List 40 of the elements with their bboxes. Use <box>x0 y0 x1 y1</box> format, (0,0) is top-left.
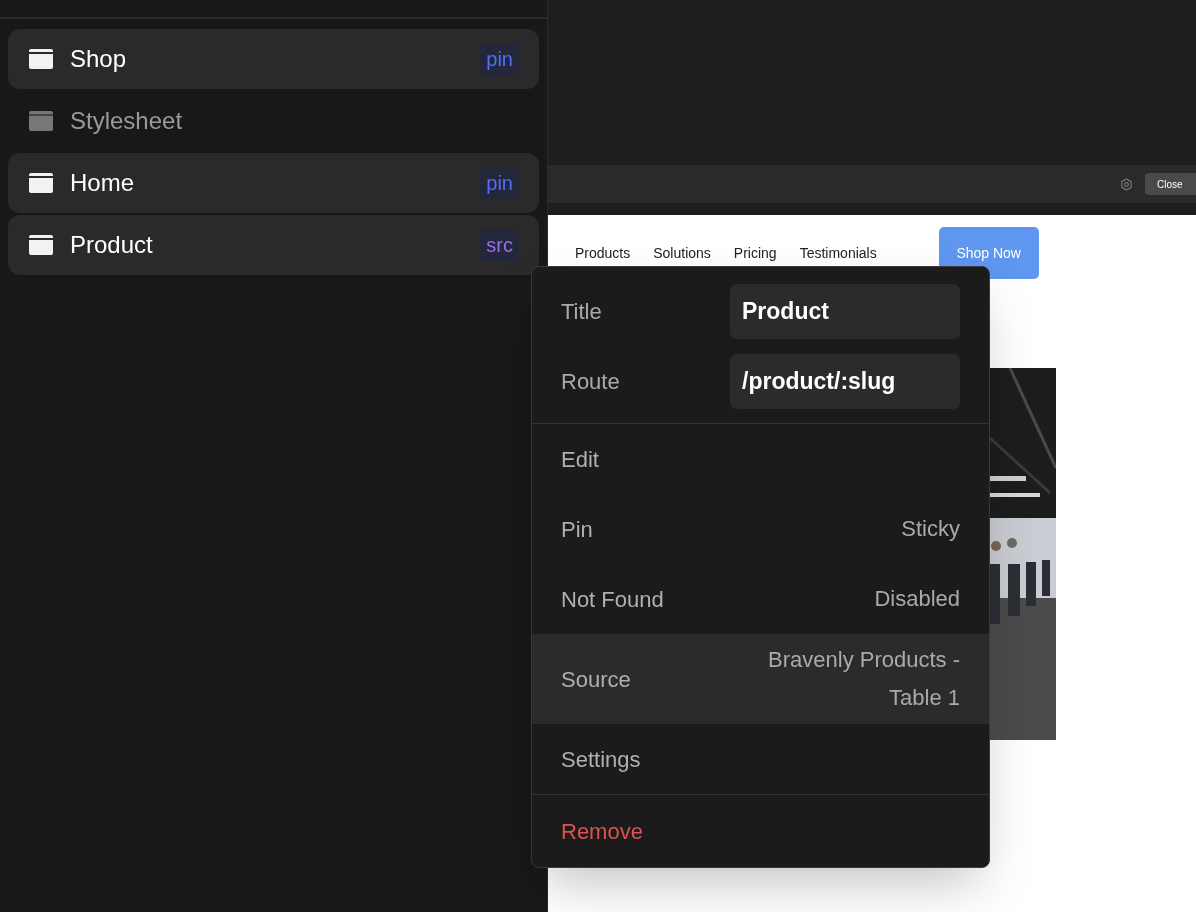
menu-item-label: Settings <box>561 745 642 774</box>
menu-item-label: Not Found <box>561 585 665 614</box>
menu-item[interactable]: Remove <box>532 795 989 867</box>
page-icon <box>29 173 53 193</box>
page-label: Home <box>70 168 136 198</box>
page-icon <box>29 111 53 131</box>
close-button[interactable]: Close <box>1145 173 1196 195</box>
page-icon <box>29 235 53 255</box>
page-label: Shop <box>70 44 128 74</box>
menu-item[interactable]: Edit <box>532 424 989 494</box>
field-label: Route <box>561 367 621 396</box>
page-item[interactable]: Stylesheet <box>8 91 539 151</box>
menu-item-label: Edit <box>561 445 600 474</box>
menu-item[interactable]: Not Found Disabled <box>532 564 989 634</box>
page-tag: pin <box>480 43 519 75</box>
menu-item[interactable]: Source Bravenly Products - Table 1 <box>532 634 989 724</box>
menu-item[interactable]: Settings <box>532 724 989 794</box>
page-label: Stylesheet <box>70 106 184 136</box>
nav-link[interactable]: Products <box>575 242 631 264</box>
nav-link[interactable]: Testimonials <box>799 242 877 264</box>
menu-item-label: Remove <box>561 817 644 846</box>
text-field[interactable]: /product/:slug <box>730 353 960 409</box>
nav-link[interactable]: Solutions <box>653 242 711 264</box>
page-icon <box>29 49 53 69</box>
menu-item[interactable]: Pin Sticky <box>532 494 989 564</box>
page-item[interactable]: Product src <box>8 215 539 275</box>
page-tag: pin <box>480 167 519 199</box>
menu-item-value: Disabled <box>874 585 960 613</box>
text-field[interactable]: Product <box>730 283 960 339</box>
menu-item-value: Sticky <box>901 515 960 543</box>
page-tag: src <box>480 229 519 261</box>
page-label: Product <box>70 230 154 260</box>
field-label: Title <box>561 297 603 326</box>
menu-item-label: Pin <box>561 515 594 544</box>
nav-link[interactable]: Pricing <box>733 242 777 264</box>
page-item[interactable]: Home pin <box>8 153 539 213</box>
menu-item-label: Source <box>561 665 632 694</box>
page-item[interactable]: Shop pin <box>8 29 539 89</box>
settings-icon[interactable] <box>1120 177 1133 191</box>
menu-item-value: Bravenly Products - Table 1 <box>767 646 960 712</box>
